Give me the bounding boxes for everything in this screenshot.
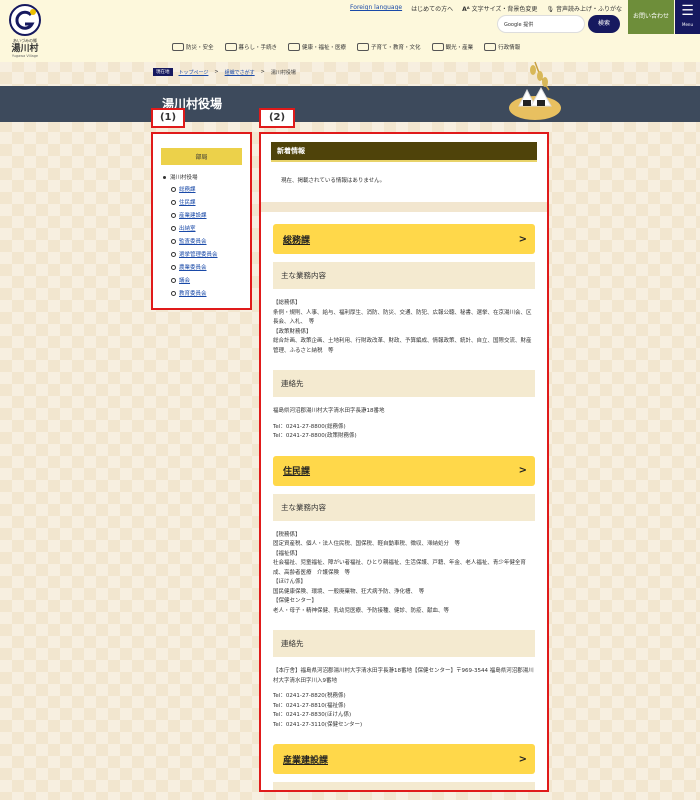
building-icon bbox=[484, 43, 497, 51]
dept-name[interactable]: 総務課 bbox=[283, 233, 310, 246]
hamburger-icon: ☰ bbox=[681, 3, 694, 19]
dept-name[interactable]: 住民課 bbox=[283, 464, 310, 477]
breadcrumb-org[interactable]: 組織でさがす bbox=[225, 69, 255, 76]
global-nav: 防災・安全 暮らし・手続き 健康・福祉・医療 子育て・教育・文化 観光・産業 行… bbox=[172, 43, 520, 51]
site-header: あいづみの郷 湯川村 Yugawa Village Foreign langua… bbox=[0, 0, 700, 62]
dept-name[interactable]: 産業建設課 bbox=[283, 753, 328, 766]
chevron-right-icon: > bbox=[518, 465, 527, 476]
sidebar-item-jumin[interactable]: 住民課 bbox=[171, 198, 250, 206]
utility-links: Foreign language はじめての方へ Aᴬ 文字サイズ・背景色変更 … bbox=[350, 4, 622, 13]
text-size-icon: Aᴬ bbox=[462, 6, 470, 13]
search-input[interactable]: Google 提供 bbox=[497, 15, 585, 33]
annotation-label-1: (1) bbox=[151, 108, 185, 128]
sidebar-root: 湯川村役場 bbox=[163, 173, 250, 181]
sidebar: 部局 湯川村役場 総務課 住民課 産業建設課 出納室 監査委員会 選挙管理委員会… bbox=[151, 132, 252, 310]
sidebar-heading: 部局 bbox=[161, 148, 242, 165]
main-content: 新着情報 現在、掲載されている情報はありません。 総務課 > 主な業務内容 【総… bbox=[259, 132, 549, 792]
news-section: 新着情報 現在、掲載されている情報はありません。 bbox=[261, 134, 547, 202]
sidebar-item-nogyo[interactable]: 農業委員会 bbox=[171, 263, 250, 271]
duties-heading: 主な業務内容 bbox=[273, 493, 535, 521]
hospital-icon bbox=[288, 43, 301, 51]
breadcrumb-top[interactable]: トップページ bbox=[179, 69, 209, 76]
duties-list: 【税務係】 固定資産税、個人・法人住民税、国保税、軽自動車税、徴収、滞納処分 等… bbox=[273, 531, 526, 614]
dept-heading-soumu[interactable]: 総務課 > bbox=[273, 224, 535, 254]
nav-education[interactable]: 子育て・教育・文化 bbox=[357, 43, 421, 51]
logo-name: 湯川村 bbox=[11, 44, 39, 54]
search-button[interactable]: 検索 bbox=[588, 15, 620, 33]
logo-text[interactable]: あいづみの郷 湯川村 Yugawa Village bbox=[4, 38, 46, 58]
nav-health[interactable]: 健康・福祉・医療 bbox=[288, 43, 346, 51]
news-body: 現在、掲載されている情報はありません。 bbox=[281, 178, 386, 184]
duties-list: 【総務係】 条例・規則、人事、給与、福利厚生、消防、防災、交通、防犯、広報公聴、… bbox=[273, 300, 532, 354]
car-icon bbox=[172, 43, 184, 51]
microphone-icon: 🎙 bbox=[546, 6, 555, 13]
breadcrumb-label: 現在地 bbox=[153, 68, 173, 76]
sidebar-item-soumu[interactable]: 総務課 bbox=[171, 185, 250, 193]
sidebar-item-sangyo[interactable]: 産業建設課 bbox=[171, 211, 250, 219]
contact-address: 【本庁舎】福島県河沼郡湯川村大字清水田字長瀞18番地【保健センター】〒969-3… bbox=[273, 668, 534, 684]
contact-button[interactable]: お問い合わせ bbox=[628, 0, 674, 34]
sidebar-list: 湯川村役場 総務課 住民課 産業建設課 出納室 監査委員会 選挙管理委員会 農業… bbox=[153, 173, 250, 297]
sidebar-item-suitou[interactable]: 出納室 bbox=[171, 224, 250, 232]
village-logo-icon[interactable] bbox=[8, 3, 42, 37]
camera-icon bbox=[431, 43, 444, 51]
chevron-right-icon: > bbox=[518, 233, 527, 245]
menu-button[interactable]: ☰ Menu bbox=[675, 0, 700, 34]
nav-living[interactable]: 暮らし・手続き bbox=[224, 43, 277, 51]
house-icon bbox=[224, 43, 237, 51]
breadcrumb-sep: > bbox=[260, 69, 265, 75]
contact-heading: 連絡先 bbox=[273, 782, 535, 790]
link-text-size[interactable]: Aᴬ 文字サイズ・背景色変更 bbox=[462, 4, 537, 13]
nav-disaster[interactable]: 防災・安全 bbox=[172, 43, 214, 51]
link-first-visit[interactable]: はじめての方へ bbox=[411, 4, 453, 13]
sidebar-item-kansa[interactable]: 監査委員会 bbox=[171, 237, 250, 245]
nav-administration[interactable]: 行政情報 bbox=[484, 43, 520, 51]
sidebar-item-senkyo[interactable]: 選挙管理委員会 bbox=[171, 250, 250, 258]
contact-address: 福島県河沼郡湯川村大字清水田字長瀞18番地 bbox=[273, 408, 385, 414]
book-icon bbox=[357, 43, 370, 51]
link-voice-reading[interactable]: 🎙 音声読み上げ・ふりがな bbox=[546, 4, 622, 13]
breadcrumb: 現在地 トップページ > 組織でさがす > 湯川村役場 bbox=[153, 68, 296, 76]
duties-heading: 主な業務内容 bbox=[273, 262, 535, 289]
contact-heading: 連絡先 bbox=[273, 630, 535, 657]
breadcrumb-current: 湯川村役場 bbox=[270, 69, 296, 76]
dept-heading-jumin[interactable]: 住民課 > bbox=[273, 455, 535, 486]
news-heading: 新着情報 bbox=[271, 142, 537, 162]
breadcrumb-sep: > bbox=[214, 69, 219, 75]
title-band bbox=[0, 86, 700, 122]
nav-tourism[interactable]: 観光・産業 bbox=[431, 43, 473, 51]
rice-ball-decoration-icon bbox=[509, 61, 561, 120]
sidebar-item-kyoiku[interactable]: 教育委員会 bbox=[171, 289, 250, 297]
link-foreign-language[interactable]: Foreign language bbox=[350, 4, 402, 13]
contact-heading: 連絡先 bbox=[273, 370, 535, 397]
chevron-right-icon: > bbox=[518, 753, 527, 765]
dept-section: 総務課 > 主な業務内容 【総務係】 条例・規則、人事、給与、福利厚生、消防、防… bbox=[261, 212, 547, 790]
annotation-label-2: (2) bbox=[259, 108, 295, 128]
sidebar-item-gikai[interactable]: 議会 bbox=[171, 276, 250, 284]
dept-heading-sangyo[interactable]: 産業建設課 > bbox=[273, 744, 535, 774]
contact-tels: Tel：0241-27-8800(総務係) Tel：0241-27-8800(政… bbox=[273, 423, 357, 440]
contact-tels: Tel：0241-27-8820(税務係) Tel：0241-27-8810(福… bbox=[273, 693, 363, 728]
logo-english: Yugawa Village bbox=[11, 54, 39, 58]
menu-label: Menu bbox=[682, 22, 693, 27]
